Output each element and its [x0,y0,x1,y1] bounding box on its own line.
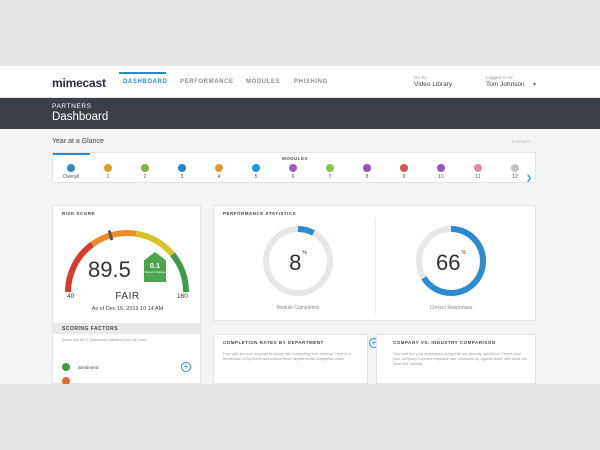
stat-number: 66 [436,250,461,275]
module-item[interactable]: Overall [61,164,81,180]
mimecast-logo[interactable]: mimecast [52,76,106,90]
scoring-factors-description: Select how the 6 components influence yo… [62,338,147,342]
scoring-factors-header: SCORING FACTORS [53,323,200,334]
modules-strip: MODULES Overall 1 2 3 4 5 6 7 8 9 10 11 12 [52,152,536,183]
module-completion-value: 8% [261,250,335,276]
module-label: 7 [328,174,332,180]
tab-phishing[interactable]: PHISHING [294,79,328,85]
risk-score-value: 89.5 [88,257,131,282]
module-item[interactable]: 9 [394,164,414,180]
banner-subtitle: PARTNERS [52,103,92,110]
module-label: 9 [402,174,406,180]
scoring-factor-sentiment[interactable]: Sentiment + [62,362,192,373]
module-label: Overall [63,174,79,180]
recent-change-label: Recent Change [144,270,166,274]
module-item[interactable]: 4 [209,164,229,180]
tab-dashboard[interactable]: DASHBOARD [123,79,167,85]
gauge-segment-orange [90,230,137,247]
logged-in-label: Logged In As: [486,75,514,80]
top-nav: mimecast DASHBOARD PERFORMANCE MODULES P… [0,66,600,98]
module-item[interactable]: 11 [468,164,488,180]
module-badge-icon [326,164,334,172]
module-label: 8 [365,174,369,180]
module-badge-icon [104,164,112,172]
stat-unit: % [302,250,307,256]
page-title: Dashboard [52,111,109,123]
module-item[interactable]: 12 [505,164,525,180]
expand-plus-icon[interactable]: + [181,362,191,372]
module-badge-icon [252,164,260,172]
export-button[interactable]: EXPORT [512,139,531,144]
selected-module-indicator [53,153,90,155]
risk-score-card: RISK SCORE 89.5 0.1 Recent Change 40 160… [52,205,201,384]
performance-title: PERFORMANCE STATISTICS [223,211,297,216]
module-item[interactable]: 6 [283,164,303,180]
module-item[interactable]: 10 [431,164,451,180]
completion-rates-card: COMPLETION RATES BY DEPARTMENT + How wel… [213,334,379,384]
scoring-factors-title: SCORING FACTORS [62,326,119,332]
stat-unit: % [461,250,466,256]
module-label: 1 [106,174,110,180]
module-label: 4 [217,174,221,180]
industry-description: How well are your employees doing with o… [393,352,527,366]
module-badge-icon [289,164,297,172]
module-label: 5 [254,174,258,180]
module-badge-icon [474,164,482,172]
goto-label: Go To: [414,75,428,80]
scoring-factor-row[interactable] [62,377,192,384]
factor-icon [62,377,70,384]
module-badge-icon [511,164,519,172]
module-badge-icon [141,164,149,172]
module-label: 2 [143,174,147,180]
sentiment-icon [62,363,70,371]
module-label: 11 [475,174,481,180]
gauge-segment-yellow [135,230,175,257]
page-banner: PARTNERS Dashboard [0,98,600,129]
module-item[interactable]: 3 [172,164,192,180]
completion-description: How well are your employees doing with c… [223,352,351,361]
completion-title: COMPLETION RATES BY DEPARTMENT [223,340,324,345]
chevron-down-icon[interactable]: ▼ [532,82,537,88]
module-badge-icon [437,164,445,172]
chevron-right-icon[interactable]: ❯ [526,174,532,182]
user-menu[interactable]: Tom Johnson [486,81,525,88]
module-label: 3 [180,174,184,180]
stat-number: 8 [289,250,302,275]
performance-statistics-card: PERFORMANCE STATISTICS 8% Module Complet… [213,205,536,321]
module-item[interactable]: 7 [320,164,340,180]
modules-title: MODULES [282,156,308,161]
module-completion-label: Module Completion [276,305,320,311]
module-label: 6 [291,174,295,180]
active-tab-indicator [119,72,166,74]
risk-rating: FAIR [115,291,140,302]
module-badge-icon [67,164,75,172]
module-label: 10 [438,174,444,180]
section-title: Year at a Glance [52,138,104,145]
module-item[interactable]: 2 [135,164,155,180]
correct-responses-value: 66% [414,250,488,276]
module-item[interactable]: 5 [246,164,266,180]
gauge-segment-green [170,252,190,293]
recent-change-value: 0.1 [149,261,161,270]
module-badge-icon [363,164,371,172]
divider [375,218,376,314]
module-label: 12 [512,174,518,180]
correct-responses-label: Correct Responses [429,305,473,311]
module-badge-icon [400,164,408,172]
scoring-factor-label: Sentiment [78,365,99,370]
tab-modules[interactable]: MODULES [246,79,280,85]
module-item[interactable]: 8 [357,164,377,180]
industry-title: COMPANY VS. INDUSTRY COMPARISON [393,340,496,345]
tab-performance[interactable]: PERFORMANCE [180,79,234,85]
module-badge-icon [215,164,223,172]
goto-select[interactable]: Video Library [414,81,452,88]
app-frame: mimecast DASHBOARD PERFORMANCE MODULES P… [0,66,600,384]
module-badge-icon [178,164,186,172]
module-item[interactable]: 1 [98,164,118,180]
industry-comparison-card: COMPANY VS. INDUSTRY COMPARISON How well… [376,334,536,384]
risk-as-of: As of Dec 16, 2019 10:14 AM [91,306,164,312]
